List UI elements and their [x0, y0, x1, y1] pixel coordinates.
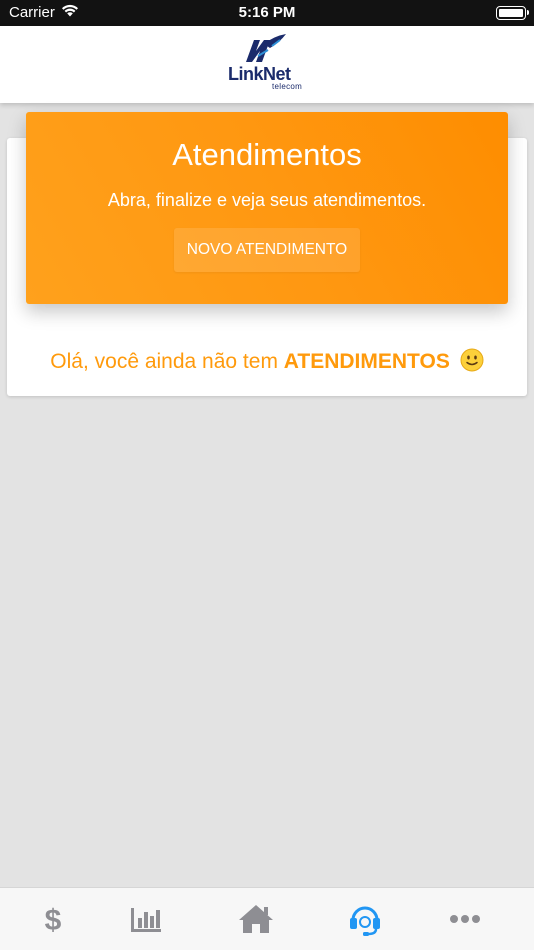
dollar-icon: $: [45, 904, 62, 935]
more-icon: [450, 915, 480, 923]
empty-state-message: Olá, você ainda não tem ATENDIMENTOS: [7, 348, 527, 378]
headset-icon: [350, 906, 380, 936]
hero-title: Atendimentos: [172, 137, 362, 172]
battery-icon: [496, 6, 529, 20]
bar-chart-icon: [131, 908, 161, 932]
logo-mark-icon: [246, 34, 286, 62]
hero-card: Atendimentos Abra, finalize e veja seus …: [26, 112, 508, 304]
slightly-smiling-face-icon: [460, 348, 484, 378]
tab-bar: $: [0, 887, 534, 950]
home-icon: [239, 905, 273, 933]
logo-subtext: telecom: [272, 82, 303, 91]
tab-consumo[interactable]: [93, 888, 199, 950]
app-header: LinkNet telecom: [0, 26, 534, 103]
status-bar: Carrier 5:16 PM: [0, 0, 534, 26]
svg-text:$: $: [45, 904, 62, 935]
hero-subtitle: Abra, finalize e veja seus atendimentos.: [107, 190, 427, 210]
new-ticket-button[interactable]: NOVO ATENDIMENTO: [174, 228, 360, 272]
tab-financeiro[interactable]: $: [0, 888, 106, 950]
app-screen: Carrier 5:16 PM LinkNet telecom Atendime…: [0, 0, 534, 950]
tab-atendimentos[interactable]: [312, 888, 418, 950]
tab-mais[interactable]: [412, 888, 518, 950]
empty-state-prefix: Olá, você ainda não tem: [50, 350, 278, 373]
linknet-logo: LinkNet telecom: [226, 32, 310, 94]
status-time: 5:16 PM: [238, 4, 296, 21]
empty-state-highlight: ATENDIMENTOS: [283, 350, 450, 373]
tab-inicio[interactable]: [203, 888, 309, 950]
